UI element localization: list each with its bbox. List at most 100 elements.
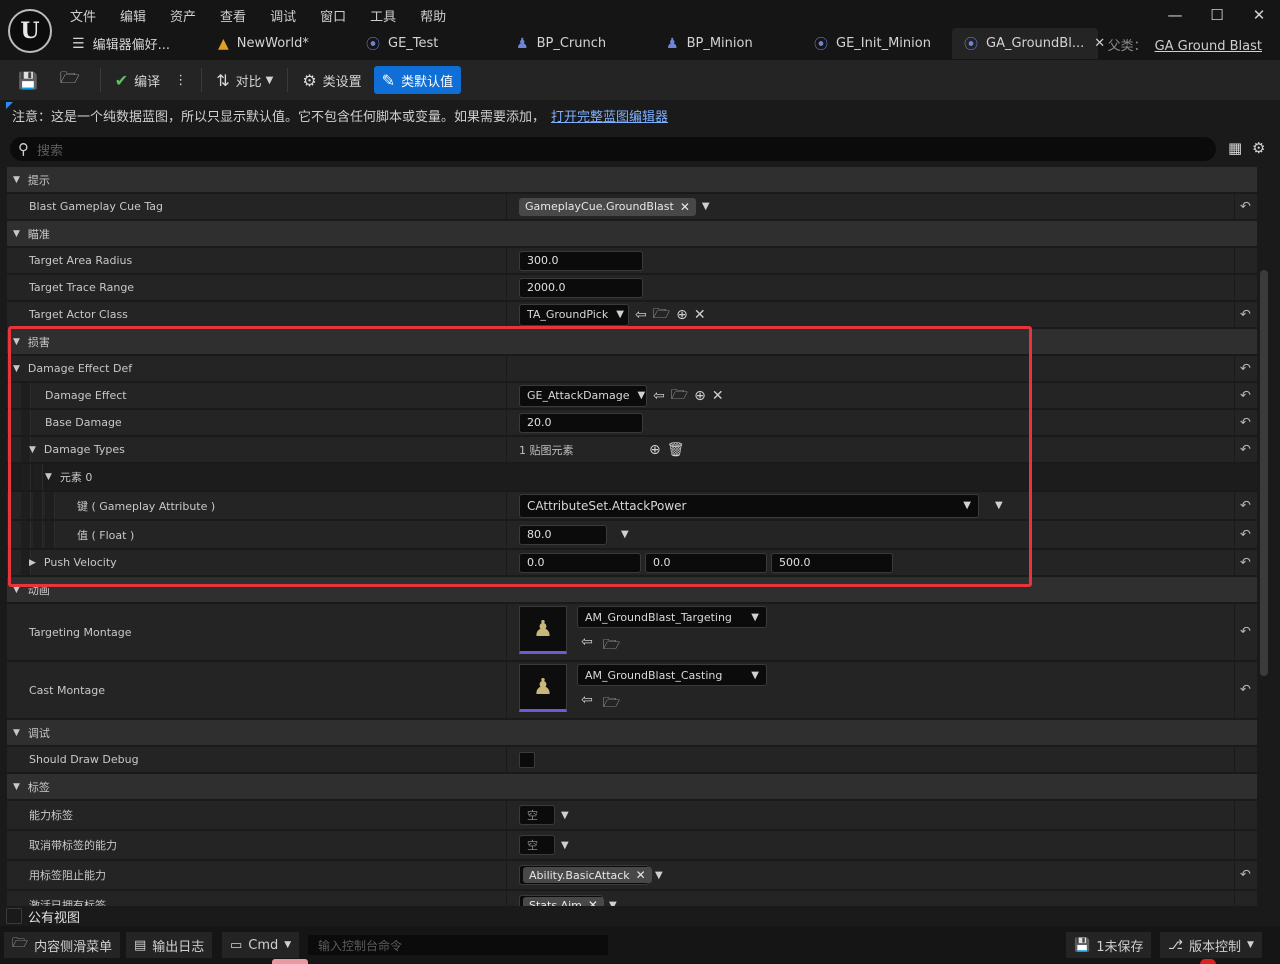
tab-ge-test[interactable]: ⦿ GE_Test [354, 28, 504, 59]
menu-file[interactable]: 文件 [70, 4, 96, 26]
asset-picker[interactable]: AM_GroundBlast_Targeting ▼ [577, 606, 767, 628]
add-element-icon[interactable]: ⊕ [649, 442, 661, 458]
search-input[interactable]: ⚲ 搜索 [10, 137, 1216, 161]
collapse-arrow-icon[interactable]: ▼ [13, 585, 20, 595]
settings-gear-icon[interactable]: ⚙ [1252, 139, 1265, 157]
class-settings-button[interactable]: ⚙ 类设置 [294, 66, 369, 94]
gameplay-tag-chip[interactable]: Ability.BasicAttack ✕ [523, 867, 652, 883]
collapse-arrow-icon[interactable]: ▼ [13, 782, 20, 792]
menu-help[interactable]: 帮助 [420, 4, 446, 26]
more-options-icon[interactable]: ⋮ [174, 73, 187, 88]
tab-bp-minion[interactable]: ♟ BP_Minion [654, 28, 802, 59]
attribute-picker[interactable]: CAttributeSet.AttackPower ▼ [519, 493, 979, 518]
add-new-icon[interactable]: ⊕ [676, 307, 688, 323]
clear-icon[interactable]: ✕ [712, 388, 724, 404]
tab-ge-init-minion[interactable]: ⦿ GE_Init_Minion [802, 28, 952, 59]
use-selected-icon[interactable]: ⇦ [581, 634, 593, 658]
float-input[interactable]: 300.0 [519, 250, 643, 271]
expand-arrow-icon[interactable]: ▶ [29, 558, 36, 568]
diff-button[interactable]: ⇅ 对比 ▼ [208, 66, 281, 94]
vertical-scrollbar[interactable] [1260, 270, 1268, 676]
asset-picker[interactable]: AM_GroundBlast_Casting ▼ [577, 664, 767, 686]
console-command-input[interactable]: 输入控制台命令 [308, 935, 608, 955]
open-full-editor-link[interactable]: 打开完整蓝图编辑器 [551, 106, 668, 125]
montage-thumbnail-icon[interactable]: ♟ [519, 664, 567, 712]
maximize-icon[interactable]: ☐ [1196, 0, 1238, 30]
tab-bp-crunch[interactable]: ♟ BP_Crunch [504, 28, 654, 59]
menu-debug[interactable]: 调试 [270, 4, 296, 26]
clear-icon[interactable]: ✕ [694, 307, 706, 323]
reset-to-default-icon[interactable]: ↶ [1240, 415, 1251, 430]
category-debug[interactable]: ▼ 调试 [7, 720, 1257, 746]
chevron-down-icon[interactable]: ▼ [561, 840, 569, 851]
tab-ga-groundblast[interactable]: ⦿ GA_GroundBl... ✕ [952, 28, 1105, 59]
content-drawer-button[interactable]: 🗁 内容侧滑菜单 [4, 932, 121, 958]
use-selected-icon[interactable]: ⇦ [635, 307, 647, 323]
collapse-arrow-icon[interactable]: ▼ [29, 445, 36, 455]
collapse-arrow-icon[interactable]: ▼ [13, 364, 20, 374]
draw-debug-checkbox[interactable] [519, 751, 535, 768]
use-selected-icon[interactable]: ⇦ [653, 388, 665, 404]
chevron-down-icon[interactable]: ▼ [655, 870, 663, 881]
source-control-button[interactable]: ⎇ 版本控制 ▼ [1160, 932, 1262, 958]
category-hint[interactable]: ▼ 提示 [7, 167, 1257, 193]
tag-container[interactable]: Ability.BasicAttack ✕ [519, 865, 652, 885]
category-animation[interactable]: ▼ 动画 [7, 577, 1257, 603]
unsaved-button[interactable]: 💾 1未保存 [1066, 932, 1152, 958]
reset-to-default-icon[interactable]: ↶ [1240, 868, 1251, 883]
menu-asset[interactable]: 资产 [170, 4, 196, 26]
tab-editor-prefs[interactable]: ☰ 编辑器偏好... [60, 28, 206, 59]
gameplay-tag-chip[interactable]: GameplayCue.GroundBlast ✕ [519, 197, 696, 216]
vector-x-input[interactable]: 0.0 [519, 552, 641, 573]
unreal-logo-icon[interactable]: U [8, 9, 52, 53]
menu-tools[interactable]: 工具 [370, 4, 396, 26]
vector-y-input[interactable]: 0.0 [645, 552, 767, 573]
tag-container-empty[interactable]: 空 [519, 805, 555, 825]
public-view-toggle[interactable]: 公有视图 [6, 906, 1274, 926]
save-button[interactable]: 💾 [10, 66, 52, 94]
float-input[interactable]: 80.0 [519, 524, 607, 545]
browse-asset-icon[interactable]: 🗁 [653, 303, 670, 327]
browse-asset-icon[interactable]: 🗁 [603, 634, 620, 658]
property-matrix-icon[interactable]: ▦ [1228, 139, 1242, 157]
tag-container-empty[interactable]: 空 [519, 835, 555, 855]
parent-class-link[interactable]: GA Ground Blast [1155, 39, 1262, 54]
reset-to-default-icon[interactable]: ↶ [1240, 442, 1251, 457]
tab-newworld[interactable]: ▲ NewWorld* [206, 28, 354, 59]
remove-tag-icon[interactable]: ✕ [680, 200, 690, 214]
remove-tag-icon[interactable]: ✕ [636, 868, 646, 882]
delete-all-icon[interactable]: 🗑 [667, 442, 685, 458]
montage-thumbnail-icon[interactable]: ♟ [519, 606, 567, 654]
reset-to-default-icon[interactable]: ↶ [1240, 625, 1251, 640]
collapse-arrow-icon[interactable]: ▼ [13, 337, 20, 347]
compile-button[interactable]: ✔ 编译 ⋮ [107, 66, 195, 94]
chevron-down-icon[interactable]: ▼ [621, 529, 629, 540]
browse-asset-icon[interactable]: 🗁 [603, 692, 620, 716]
reset-to-default-icon[interactable]: ↶ [1240, 307, 1251, 322]
collapse-arrow-icon[interactable]: ▼ [45, 472, 52, 482]
collapse-arrow-icon[interactable]: ▼ [13, 728, 20, 738]
close-tab-icon[interactable]: ✕ [1094, 36, 1105, 51]
chevron-down-icon[interactable]: ▼ [561, 810, 569, 821]
category-aim[interactable]: ▼ 瞄准 [7, 221, 1257, 247]
cmd-selector[interactable]: ▭ Cmd ▼ [222, 932, 300, 958]
class-defaults-button[interactable]: ✎ 类默认值 [373, 66, 462, 94]
menu-edit[interactable]: 编辑 [120, 4, 146, 26]
vector-z-input[interactable]: 500.0 [771, 552, 893, 573]
class-picker[interactable]: GE_AttackDamage ▼ [519, 384, 647, 407]
use-selected-icon[interactable]: ⇦ [581, 692, 593, 716]
close-window-icon[interactable]: ✕ [1238, 0, 1280, 30]
add-new-icon[interactable]: ⊕ [694, 388, 706, 404]
reset-to-default-icon[interactable]: ↶ [1240, 555, 1251, 570]
float-input[interactable]: 2000.0 [519, 277, 643, 298]
reset-to-default-icon[interactable]: ↶ [1240, 388, 1251, 403]
reset-to-default-icon[interactable]: ↶ [1240, 527, 1251, 542]
reset-to-default-icon[interactable]: ↶ [1240, 498, 1251, 513]
public-view-checkbox[interactable] [6, 908, 22, 924]
reset-to-default-icon[interactable]: ↶ [1240, 361, 1251, 376]
minimize-icon[interactable]: — [1154, 0, 1196, 30]
class-picker[interactable]: TA_GroundPick ▼ [519, 303, 629, 326]
browse-button[interactable]: 🗁 [52, 66, 94, 94]
output-log-button[interactable]: ▤ 输出日志 [126, 932, 213, 958]
reset-to-default-icon[interactable]: ↶ [1240, 683, 1251, 698]
